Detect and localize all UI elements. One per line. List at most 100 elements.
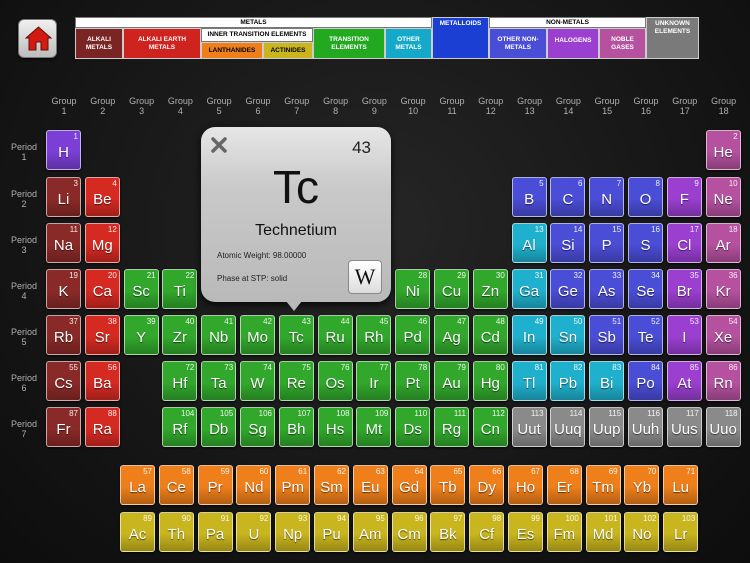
element-er[interactable]: 68 Er (546, 465, 582, 505)
element-pr[interactable]: 59 Pr (197, 465, 233, 505)
element-au[interactable]: 79 Au (434, 361, 469, 401)
element-cs[interactable]: 55 Cs (46, 361, 81, 401)
element-sn[interactable]: 50 Sn (550, 315, 586, 355)
legend-alkali-earth-metals[interactable]: ALKALI EARTH METALS (123, 28, 201, 59)
element-at[interactable]: 85 At (666, 361, 702, 401)
element-s[interactable]: 16 S (628, 223, 663, 263)
home-button[interactable] (18, 19, 57, 58)
element-ti[interactable]: 22 Ti (162, 269, 198, 309)
element-sc[interactable]: 21 Sc (123, 269, 159, 309)
close-icon[interactable] (210, 136, 228, 154)
element-np[interactable]: 93 Np (275, 512, 311, 552)
element-rf[interactable]: 104 Rf (162, 407, 198, 447)
element-uus[interactable]: 117 Uus (666, 407, 702, 447)
element-ta[interactable]: 73 Ta (201, 361, 237, 401)
element-si[interactable]: 14 Si (550, 223, 586, 263)
element-zr[interactable]: 40 Zr (162, 315, 198, 355)
element-ru[interactable]: 44 Ru (317, 315, 353, 355)
element-no[interactable]: 102 No (624, 512, 660, 552)
element-uuh[interactable]: 116 Uuh (628, 407, 663, 447)
element-nd[interactable]: 60 Nd (236, 465, 272, 505)
element-cn[interactable]: 112 Cn (472, 407, 508, 447)
element-he[interactable]: 2 He (705, 130, 741, 170)
legend-other-non-metals[interactable]: OTHER NON-METALS (489, 28, 547, 59)
element-uuo[interactable]: 118 Uuo (705, 407, 741, 447)
legend-noble-gases[interactable]: NOBLE GASES (599, 28, 646, 59)
element-db[interactable]: 105 Db (201, 407, 237, 447)
element-yb[interactable]: 70 Yb (624, 465, 660, 505)
element-pa[interactable]: 91 Pa (197, 512, 233, 552)
element-uup[interactable]: 115 Uup (589, 407, 625, 447)
element-c[interactable]: 6C (550, 177, 586, 217)
element-k[interactable]: 19 K (46, 269, 81, 309)
element-al[interactable]: 13 Al (511, 223, 547, 263)
element-i[interactable]: 53 I (666, 315, 702, 355)
element-ne[interactable]: 10 Ne (705, 177, 741, 217)
legend-actinides[interactable]: ACTINIDES (263, 42, 313, 59)
legend-other-metals[interactable]: OTHER METALS (385, 28, 432, 59)
legend-halogens[interactable]: HALOGENS (547, 28, 599, 59)
element-bi[interactable]: 83 Bi (589, 361, 625, 401)
element-ca[interactable]: 20 Ca (84, 269, 120, 309)
element-tm[interactable]: 69 Tm (585, 465, 621, 505)
element-cl[interactable]: 17 Cl (666, 223, 702, 263)
element-hg[interactable]: 80 Hg (472, 361, 508, 401)
element-sr[interactable]: 38 Sr (84, 315, 120, 355)
legend-transition-elements[interactable]: TRANSITION ELEMENTS (313, 28, 385, 59)
element-ar[interactable]: 18 Ar (705, 223, 741, 263)
element-fr[interactable]: 87 Fr (46, 407, 81, 447)
element-bk[interactable]: 97 Bk (430, 512, 466, 552)
legend-metalloids[interactable]: METALLOIDS (432, 17, 489, 59)
element-cu[interactable]: 29 Cu (434, 269, 469, 309)
element-ds[interactable]: 110 Ds (395, 407, 431, 447)
element-ge[interactable]: 32 Ge (550, 269, 586, 309)
element-ba[interactable]: 56 Ba (84, 361, 120, 401)
wikipedia-button[interactable]: W (348, 260, 382, 294)
element-n[interactable]: 7N (589, 177, 625, 217)
element-hs[interactable]: 108 Hs (317, 407, 353, 447)
element-ho[interactable]: 67 Ho (508, 465, 543, 505)
element-os[interactable]: 76 Os (317, 361, 353, 401)
element-eu[interactable]: 63 Eu (352, 465, 388, 505)
element-u[interactable]: 92 U (236, 512, 272, 552)
element-na[interactable]: 11 Na (46, 223, 81, 263)
element-sg[interactable]: 106 Sg (240, 407, 275, 447)
element-in[interactable]: 49 In (511, 315, 547, 355)
element-pd[interactable]: 46 Pd (395, 315, 431, 355)
element-th[interactable]: 90 Th (158, 512, 194, 552)
element-b[interactable]: 5B (511, 177, 547, 217)
element-kr[interactable]: 36 Kr (705, 269, 741, 309)
element-mg[interactable]: 12 Mg (84, 223, 120, 263)
element-zn[interactable]: 30 Zn (472, 269, 508, 309)
element-mt[interactable]: 109 Mt (356, 407, 392, 447)
legend-alkali-metals[interactable]: ALKALI METALS (75, 28, 123, 59)
element-dy[interactable]: 66 Dy (469, 465, 505, 505)
element-po[interactable]: 84 Po (628, 361, 663, 401)
element-pm[interactable]: 61 Pm (275, 465, 311, 505)
element-te[interactable]: 52 Te (628, 315, 663, 355)
element-cd[interactable]: 48 Cd (472, 315, 508, 355)
legend-unknown-elements[interactable]: UNKNOWN ELEMENTS (646, 17, 699, 59)
element-pu[interactable]: 94 Pu (314, 512, 349, 552)
element-ir[interactable]: 77 Ir (356, 361, 392, 401)
element-h[interactable]: 1H (46, 130, 81, 170)
element-nb[interactable]: 41 Nb (201, 315, 237, 355)
element-mo[interactable]: 42 Mo (240, 315, 275, 355)
element-md[interactable]: 101 Md (585, 512, 621, 552)
element-tl[interactable]: 81 Tl (511, 361, 547, 401)
element-as[interactable]: 33 As (589, 269, 625, 309)
element-f[interactable]: 9F (666, 177, 702, 217)
element-pt[interactable]: 78 Pt (395, 361, 431, 401)
element-bh[interactable]: 107 Bh (278, 407, 314, 447)
element-o[interactable]: 8O (628, 177, 663, 217)
element-li[interactable]: 3 Li (46, 177, 81, 217)
element-es[interactable]: 99 Es (508, 512, 543, 552)
element-sb[interactable]: 51 Sb (589, 315, 625, 355)
element-ga[interactable]: 31 Ga (511, 269, 547, 309)
element-se[interactable]: 34 Se (628, 269, 663, 309)
element-sm[interactable]: 62 Sm (314, 465, 349, 505)
element-rh[interactable]: 45 Rh (356, 315, 392, 355)
element-cm[interactable]: 96 Cm (391, 512, 427, 552)
element-fm[interactable]: 100 Fm (546, 512, 582, 552)
element-rn[interactable]: 86 Rn (705, 361, 741, 401)
